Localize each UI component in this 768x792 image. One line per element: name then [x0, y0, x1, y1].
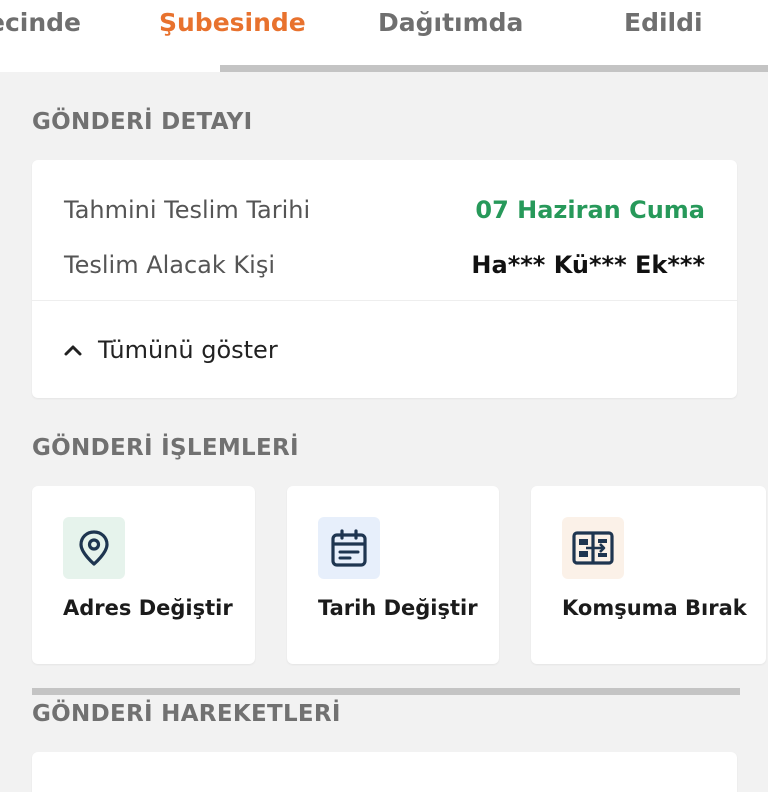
estimated-delivery-label: Tahmini Teslim Tarihi	[64, 196, 311, 224]
chevron-up-icon	[64, 345, 82, 356]
detail-section-title: GÖNDERİ DETAYI	[32, 109, 253, 135]
tab-at-branch[interactable]: Şubesinde	[159, 0, 306, 46]
actions-section-title: GÖNDERİ İŞLEMLERİ	[32, 435, 299, 461]
card-divider	[32, 300, 737, 301]
tab-delivered[interactable]: Edildi	[624, 0, 703, 46]
recipient-value: Ha*** Kü*** Ek***	[471, 251, 705, 279]
status-tabs: ecinde Şubesinde Dağıtımda Edildi	[0, 0, 768, 72]
movements-card	[32, 752, 737, 792]
show-all-label: Tümünü göster	[98, 336, 278, 364]
leave-with-neighbor-card[interactable]: Komşuma Bırak	[531, 486, 766, 664]
change-address-label: Adres Değiştir	[63, 596, 233, 620]
change-date-card[interactable]: Tarih Değiştir	[287, 486, 499, 664]
change-date-label: Tarih Değiştir	[318, 596, 478, 620]
recipient-label: Teslim Alacak Kişi	[64, 251, 275, 279]
show-all-button[interactable]: Tümünü göster	[62, 330, 278, 370]
location-pin-icon	[79, 530, 109, 566]
change-address-card[interactable]: Adres Değiştir	[32, 486, 255, 664]
neighbor-transfer-icon-box	[562, 517, 624, 579]
calendar-icon-box	[318, 517, 380, 579]
recipient-row: Teslim Alacak Kişi Ha*** Kü*** Ek***	[64, 245, 705, 285]
location-pin-icon-box	[63, 517, 125, 579]
movements-section-title: GÖNDERİ HAREKETLERİ	[32, 701, 341, 727]
leave-with-neighbor-label: Komşuma Bırak	[562, 596, 747, 620]
estimated-delivery-value: 07 Haziran Cuma	[475, 196, 705, 224]
estimated-delivery-row: Tahmini Teslim Tarihi 07 Haziran Cuma	[64, 190, 705, 230]
tab-progress-track	[220, 65, 768, 72]
section-separator	[32, 688, 740, 695]
calendar-icon	[331, 529, 367, 567]
tab-in-transit[interactable]: ecinde	[0, 0, 81, 46]
shipment-detail-card: Tahmini Teslim Tarihi 07 Haziran Cuma Te…	[32, 160, 737, 398]
neighbor-transfer-icon	[572, 531, 614, 565]
tab-out-for-delivery[interactable]: Dağıtımda	[378, 0, 523, 46]
